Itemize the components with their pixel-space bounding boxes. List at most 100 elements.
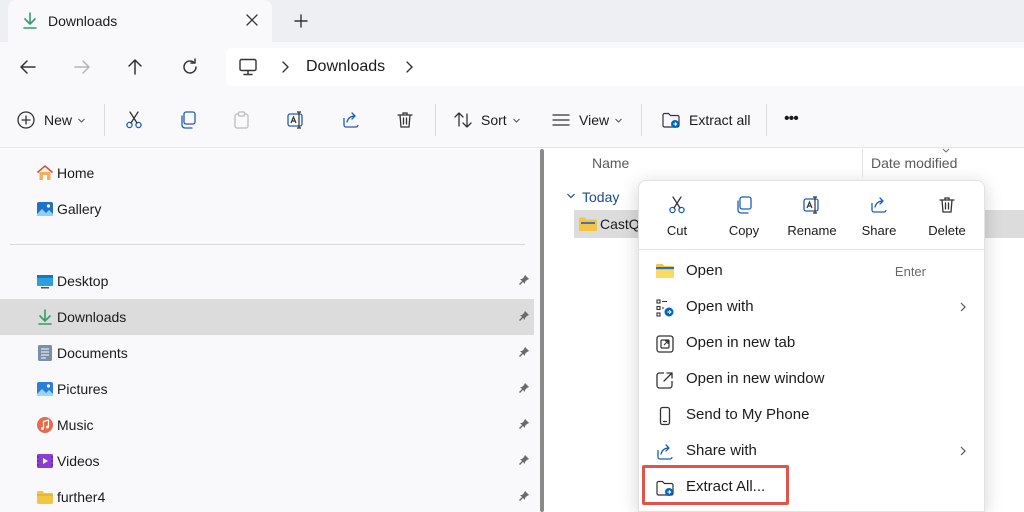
- pin-icon[interactable]: [518, 490, 530, 502]
- address-bar[interactable]: Downloads: [226, 48, 1024, 86]
- delete-label: Delete: [928, 223, 966, 238]
- sidebar-item-music[interactable]: Music: [0, 407, 534, 443]
- pin-icon[interactable]: [518, 274, 530, 286]
- menu-item-label: Share with: [686, 442, 757, 459]
- menu-item-open-in-new-tab[interactable]: Open in new tab: [643, 325, 982, 361]
- chevron-right-icon: [958, 301, 968, 313]
- view-button[interactable]: View: [551, 110, 623, 130]
- new-tab-button[interactable]: [292, 12, 310, 30]
- new-label: New: [44, 112, 73, 128]
- sort-label: Sort: [481, 112, 507, 128]
- cut-icon: [126, 111, 142, 129]
- chevron-right-icon[interactable]: [402, 60, 416, 74]
- chevron-right-icon[interactable]: [278, 60, 292, 74]
- gallery-icon: [36, 200, 54, 218]
- divider: [862, 149, 863, 177]
- menu-item-open[interactable]: Open Enter: [643, 253, 982, 289]
- paste-icon: [234, 111, 249, 129]
- group-header-today[interactable]: Today: [582, 189, 619, 205]
- copy-icon: [181, 111, 196, 129]
- home-icon: [36, 164, 54, 182]
- divider: [10, 244, 525, 245]
- tab-downloads[interactable]: Downloads: [8, 0, 272, 42]
- pin-icon[interactable]: [518, 382, 530, 394]
- sidebar-item-desktop[interactable]: Desktop: [0, 263, 534, 299]
- pin-icon[interactable]: [518, 310, 530, 322]
- rename-icon: [802, 195, 822, 215]
- folder-icon: [36, 488, 54, 506]
- rename-button[interactable]: [286, 110, 306, 130]
- pin-icon[interactable]: [518, 346, 530, 358]
- sidebar-item-documents[interactable]: Documents: [0, 335, 534, 371]
- sidebar-scrollbar[interactable]: [540, 149, 544, 512]
- breadcrumb-downloads[interactable]: Downloads: [306, 58, 385, 76]
- sidebar-item-label: Downloads: [57, 309, 127, 325]
- new-window-icon: [655, 370, 675, 390]
- up-button[interactable]: [123, 55, 147, 79]
- forward-button[interactable]: [70, 55, 94, 79]
- new-button[interactable]: New: [16, 110, 86, 130]
- phone-icon: [655, 406, 675, 426]
- more-icon: •••: [784, 110, 799, 127]
- copy-label: Copy: [728, 223, 760, 238]
- back-button[interactable]: [16, 55, 40, 79]
- menu-item-open-with[interactable]: Open with: [643, 289, 982, 325]
- documents-icon: [36, 344, 54, 362]
- cut-button[interactable]: [124, 110, 144, 130]
- column-header-date-modified[interactable]: Date modified: [871, 155, 957, 171]
- rename-icon: [287, 111, 303, 129]
- navigation-pane: Home Gallery Desktop Downloads Documents…: [0, 149, 540, 512]
- extract-all-label: Extract all: [689, 112, 751, 128]
- sidebar-item-label: Pictures: [57, 381, 108, 397]
- delete-icon: [397, 112, 413, 128]
- cut-icon: [667, 195, 687, 215]
- menu-item-send-to-my-phone[interactable]: Send to My Phone: [643, 397, 982, 433]
- download-icon: [36, 308, 54, 326]
- rename-button[interactable]: Rename: [778, 193, 846, 245]
- pin-icon[interactable]: [518, 418, 530, 430]
- delete-icon: [937, 195, 957, 215]
- new-tab-icon: [655, 334, 675, 354]
- sidebar-item-videos[interactable]: Videos: [0, 443, 534, 479]
- sidebar-item-home[interactable]: Home: [0, 155, 534, 191]
- cut-button[interactable]: Cut: [643, 193, 711, 245]
- address-row: Downloads: [0, 42, 1024, 92]
- sidebar-item-further4[interactable]: further4: [0, 479, 534, 512]
- tab-title: Downloads: [48, 13, 118, 29]
- more-options-button[interactable]: •••: [784, 110, 799, 128]
- extract-all-button[interactable]: Extract all: [661, 110, 750, 130]
- zip-folder-icon: [579, 217, 597, 231]
- share-button[interactable]: Share: [845, 193, 913, 245]
- paste-button[interactable]: [232, 110, 252, 130]
- menu-item-label: Open in new window: [686, 370, 825, 387]
- chevron-down-icon: [78, 118, 85, 123]
- menu-item-label: Open in new tab: [686, 334, 796, 351]
- copy-button[interactable]: Copy: [710, 193, 778, 245]
- menu-item-label: Send to My Phone: [686, 406, 810, 423]
- delete-button[interactable]: Delete: [913, 193, 981, 245]
- share-button[interactable]: [341, 110, 361, 130]
- pin-icon[interactable]: [518, 454, 530, 466]
- divider: [104, 104, 105, 136]
- delete-button[interactable]: [395, 110, 415, 130]
- share-with-icon: [655, 442, 675, 462]
- share-icon: [869, 195, 889, 215]
- videos-icon: [36, 452, 54, 470]
- menu-item-share-with[interactable]: Share with: [643, 433, 982, 469]
- sidebar-item-pictures[interactable]: Pictures: [0, 371, 534, 407]
- refresh-button[interactable]: [178, 55, 202, 79]
- highlight-box: [642, 465, 789, 505]
- column-header-name[interactable]: Name: [592, 155, 629, 171]
- chevron-down-icon[interactable]: [566, 191, 576, 201]
- download-icon: [22, 12, 38, 30]
- chevron-down-icon: [615, 118, 622, 123]
- copy-button[interactable]: [178, 110, 198, 130]
- sidebar-item-label: Documents: [57, 345, 128, 361]
- sidebar-item-downloads[interactable]: Downloads: [0, 299, 534, 335]
- divider: [766, 104, 767, 136]
- menu-item-open-in-new-window[interactable]: Open in new window: [643, 361, 982, 397]
- copy-icon: [734, 195, 754, 215]
- sort-button[interactable]: Sort: [453, 110, 521, 130]
- sidebar-item-gallery[interactable]: Gallery: [0, 191, 534, 227]
- close-icon[interactable]: [244, 12, 260, 28]
